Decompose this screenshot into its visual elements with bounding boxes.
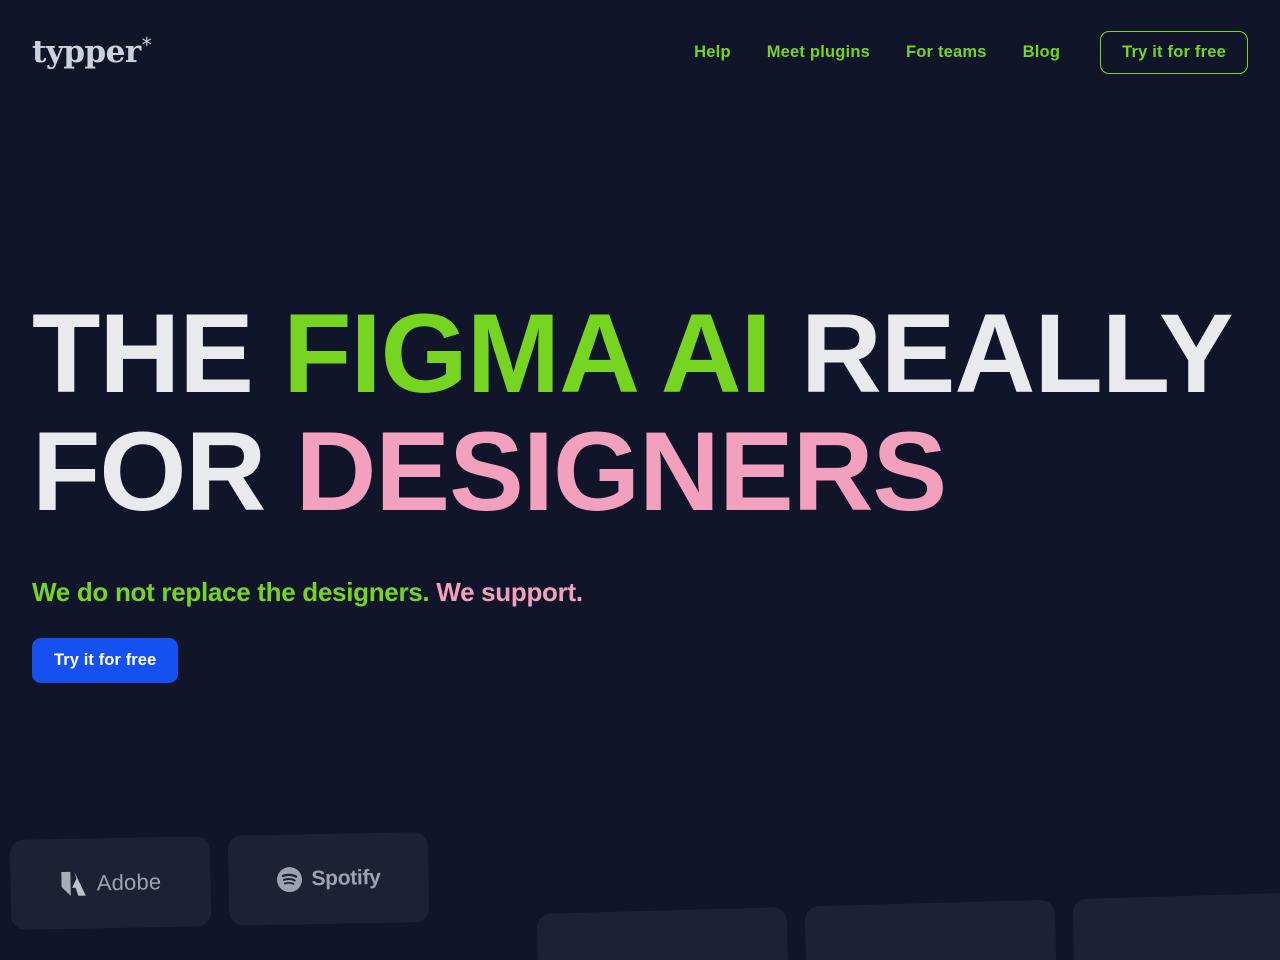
nav-item-blog[interactable]: Blog [1005, 33, 1078, 72]
headline-segment-really: REALLY [800, 291, 1234, 416]
nav-item-for-teams[interactable]: For teams [888, 33, 1005, 72]
headline-line-1: THE FIGMA AI REALLY [32, 295, 1248, 413]
brand-logo[interactable]: typper * [32, 32, 152, 70]
brand-asterisk-icon: * [141, 32, 152, 57]
hero-subtitle: We do not replace the designers. We supp… [32, 577, 1248, 608]
nav-item-meet-plugins[interactable]: Meet plugins [749, 33, 888, 72]
logo-card-row2-2[interactable] [804, 899, 1057, 960]
logo-card-spotify[interactable]: Spotify [227, 831, 430, 926]
logo-card-row2-1[interactable] [536, 907, 790, 960]
spotify-logo-lockup: Spotify [276, 865, 381, 893]
page-title: THE FIGMA AI REALLY FOR DESIGNERS [32, 295, 1248, 531]
brand-logo-text: typper [32, 33, 141, 70]
subtitle-pink-part: We support. [436, 577, 583, 607]
logo-card-row2-3[interactable] [1072, 892, 1280, 960]
headline-segment-figma-ai: FIGMA AI [283, 291, 801, 416]
headline-segment-for: FOR [32, 409, 296, 534]
subtitle-green-part: We do not replace the designers. [32, 577, 430, 607]
adobe-logo-icon [61, 871, 86, 896]
adobe-logo-lockup: Adobe [59, 869, 162, 897]
nav-item-help[interactable]: Help [676, 33, 749, 72]
hero-try-it-for-free-button[interactable]: Try it for free [32, 638, 179, 684]
adobe-logo-text: Adobe [96, 869, 162, 896]
headline-line-2: FOR DESIGNERS [32, 413, 1248, 531]
spotify-logo-icon [276, 867, 302, 893]
headline-segment-designers: DESIGNERS [295, 409, 948, 534]
site-header: typper * Help Meet plugins For teams Blo… [0, 0, 1280, 104]
headline-segment-the: THE [32, 291, 284, 416]
header-try-it-for-free-button[interactable]: Try it for free [1100, 30, 1248, 74]
logo-card-adobe[interactable]: Adobe [9, 836, 212, 931]
main-navigation: Help Meet plugins For teams Blog Try it … [676, 30, 1248, 74]
spotify-logo-text: Spotify [311, 865, 381, 891]
hero-section: THE FIGMA AI REALLY FOR DESIGNERS We do … [32, 295, 1248, 684]
